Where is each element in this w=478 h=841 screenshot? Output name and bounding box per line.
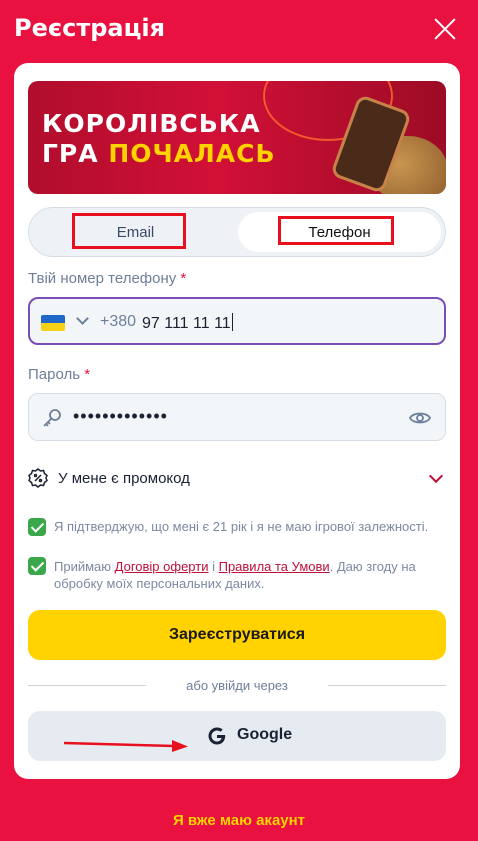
chevron-down-icon[interactable] [428, 468, 444, 484]
age-consent-text: Я підтверджую, що мені є 21 рік і я не м… [54, 519, 429, 534]
password-input[interactable]: ••••••••••••• [73, 406, 168, 427]
highlight-box-phone [278, 216, 394, 245]
divider-text: або увійди через [186, 678, 288, 693]
highlight-box-email [72, 213, 186, 249]
login-link[interactable]: Я вже маю акаунт [0, 812, 478, 829]
close-icon[interactable] [432, 16, 458, 42]
terms-rules-link[interactable]: Правила та Умови [219, 559, 330, 574]
eye-icon[interactable] [408, 407, 432, 434]
promo-banner: КОРОЛІВСЬКА ГРА ПОЧАЛАСЬ [28, 81, 446, 194]
annotation-arrow [62, 737, 192, 758]
banner-headline-line1: КОРОЛІВСЬКА [42, 109, 261, 138]
ukraine-flag-icon[interactable] [41, 315, 65, 331]
terms-consent-checkbox[interactable] [28, 557, 46, 575]
register-button[interactable]: Зареєструватися [28, 610, 446, 660]
discount-badge-icon [28, 468, 48, 493]
promo-code-toggle[interactable]: У мене є промокод [28, 465, 446, 493]
google-icon [206, 725, 228, 752]
registration-card: КОРОЛІВСЬКА ГРА ПОЧАЛАСЬ Email Телефон Т… [14, 63, 460, 779]
password-label: Пароль * [28, 366, 91, 383]
divider-left [28, 685, 146, 686]
banner-headline-line2: ГРА ПОЧАЛАСЬ [42, 139, 276, 168]
password-field[interactable]: ••••••••••••• [28, 393, 446, 441]
offer-agreement-link[interactable]: Договір оферти [115, 559, 209, 574]
key-icon [41, 407, 63, 434]
dial-code: +380 [100, 313, 137, 330]
chevron-down-icon[interactable] [76, 312, 89, 325]
terms-consent-text: Приймаю Договір оферти і Правила та Умов… [54, 559, 416, 591]
promo-code-label: У мене є промокод [58, 470, 190, 487]
age-consent-checkbox[interactable] [28, 518, 46, 536]
google-label: Google [237, 726, 293, 743]
phone-input[interactable]: 97 111 11 11 [142, 313, 233, 333]
phone-field[interactable]: +380 97 111 11 11 [28, 297, 446, 345]
text-caret [231, 313, 233, 331]
page-title: Реєстрація [14, 14, 166, 42]
divider-right [328, 685, 446, 686]
phone-label: Твій номер телефону * [28, 270, 187, 287]
